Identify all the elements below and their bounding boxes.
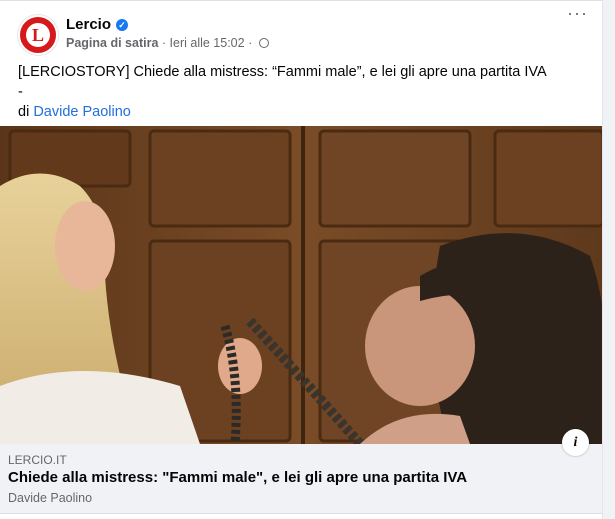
- post-card: L Lercio ✓ Pagina di satira · Ieri alle 1…: [0, 0, 603, 519]
- link-title[interactable]: Chiede alla mistress: "Fammi male", e le…: [8, 469, 467, 486]
- page-scrollbar[interactable]: [603, 0, 615, 519]
- author-link[interactable]: Davide Paolino: [33, 104, 131, 120]
- meta-separator: ·: [161, 36, 170, 50]
- post-text-line: -: [18, 84, 23, 100]
- verified-badge-icon: ✓: [116, 19, 129, 31]
- info-icon[interactable]: i: [562, 429, 589, 456]
- byline-label: di: [18, 104, 30, 120]
- preview-photo: [0, 126, 602, 444]
- globe-icon[interactable]: [258, 38, 269, 48]
- post-time[interactable]: Ieri alle 15:02: [170, 36, 245, 50]
- post-meta: Pagina di satira · Ieri alle 15:02 ·: [66, 36, 269, 50]
- link-author: Davide Paolino: [8, 491, 93, 505]
- page-category: Pagina di satira: [66, 36, 159, 50]
- post-byline: di Davide Paolino: [18, 102, 547, 122]
- post-text: [LERCIOSTORY] Chiede alla mistress: “Fam…: [18, 62, 547, 122]
- link-domain: LERCIO.IT: [8, 453, 67, 467]
- post-text-line: [LERCIOSTORY] Chiede alla mistress: “Fam…: [18, 64, 547, 80]
- more-options-button[interactable]: ···: [567, 3, 588, 24]
- page-name-text[interactable]: Lercio: [66, 16, 111, 33]
- link-preview-image[interactable]: [0, 126, 602, 444]
- lercio-logo-icon[interactable]: L: [18, 15, 58, 55]
- link-preview[interactable]: LERCIO.IT Chiede alla mistress: "Fammi m…: [0, 444, 602, 514]
- page-name[interactable]: Lercio ✓: [66, 16, 129, 33]
- meta-separator: ·: [248, 36, 256, 50]
